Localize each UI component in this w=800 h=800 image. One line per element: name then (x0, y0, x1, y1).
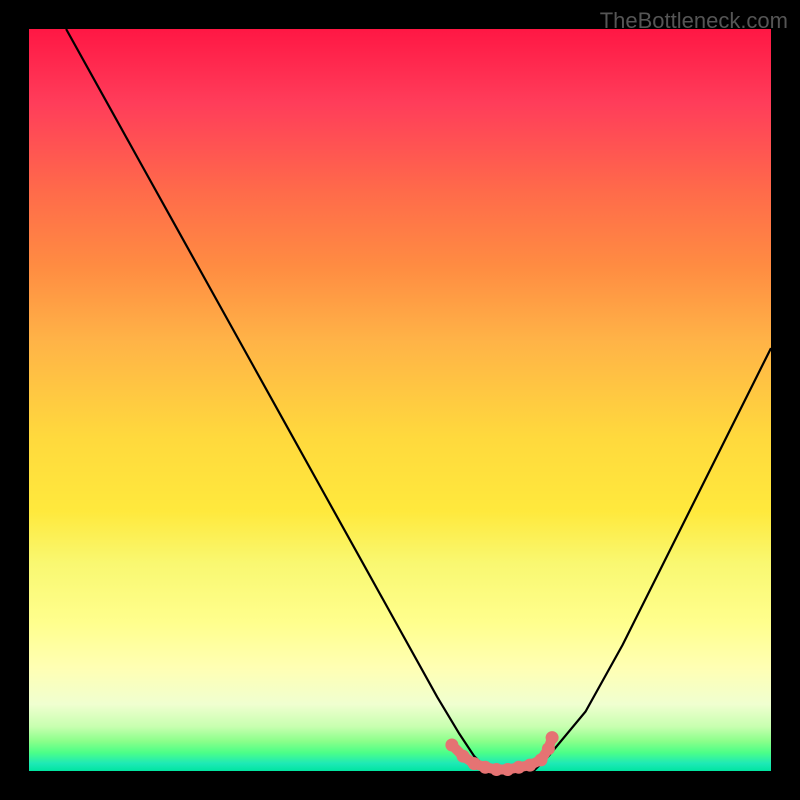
plot-area (29, 29, 771, 771)
chart-container: TheBottleneck.com (0, 0, 800, 800)
watermark-text: TheBottleneck.com (600, 8, 788, 34)
